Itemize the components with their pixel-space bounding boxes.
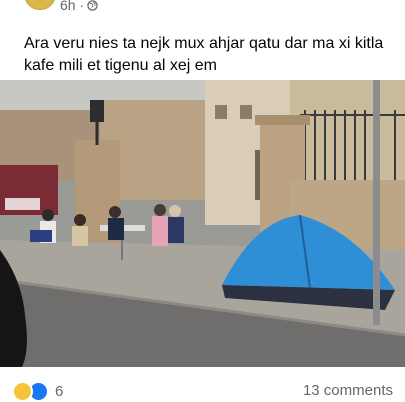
timestamp-text[interactable]: 6h · <box>60 0 84 13</box>
post-timestamp[interactable]: 6h · <box>60 0 98 13</box>
reactions-summary[interactable]: 6 <box>12 381 63 402</box>
reaction-count[interactable]: 6 <box>55 383 63 400</box>
avatar[interactable] <box>24 0 56 10</box>
globe-icon <box>87 0 98 11</box>
post-text: Ara veru nies ta nejk mux ahjar qatu dar… <box>24 35 384 74</box>
street-scene-image <box>0 80 405 367</box>
post-photo[interactable] <box>0 80 405 367</box>
haha-icon <box>12 381 33 402</box>
post-header: 6h · <box>0 0 405 22</box>
post-footer: 6 13 comments <box>0 367 405 402</box>
comments-link[interactable]: 13 comments <box>303 382 393 399</box>
